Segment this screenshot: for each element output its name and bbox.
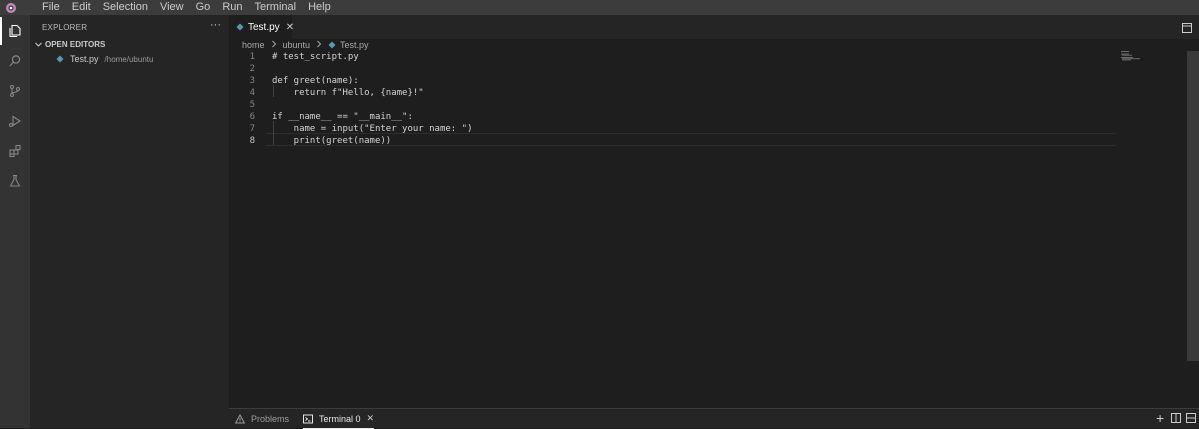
tab-label: Test.py xyxy=(248,21,280,33)
menu-bar: File Edit Selection View Go Run Terminal… xyxy=(0,0,1199,15)
menu-items: File Edit Selection View Go Run Terminal… xyxy=(36,0,337,15)
breadcrumb-ubuntu[interactable]: ubuntu xyxy=(283,40,311,50)
line-number: 2 xyxy=(249,64,255,74)
split-terminal-icon[interactable] xyxy=(1171,412,1181,426)
line-number: 1 xyxy=(249,52,255,62)
open-editor-item[interactable]: Test.py /home/ubuntu xyxy=(56,54,153,64)
tab-problems[interactable]: Problems xyxy=(235,409,289,428)
chevron-down-icon xyxy=(34,40,43,49)
code-line: 3 def greet(name): xyxy=(229,75,1129,87)
problems-label: Problems xyxy=(251,413,290,424)
code-line: 6 if __name__ == "__main__": xyxy=(229,111,1129,123)
maximize-panel-icon[interactable] xyxy=(1186,412,1196,426)
code-text: def greet(name): xyxy=(272,76,359,86)
chevron-right-icon xyxy=(271,40,277,50)
menu-run[interactable]: Run xyxy=(216,0,248,15)
open-editors-label: OPEN EDITORS xyxy=(45,40,106,49)
split-editor-icon[interactable] xyxy=(1182,22,1192,36)
menu-edit[interactable]: Edit xyxy=(66,0,97,15)
run-debug-icon[interactable] xyxy=(0,107,30,135)
code-line: 4 return f"Hello, {name}!" xyxy=(229,87,1129,99)
terminal-icon xyxy=(303,414,313,424)
menu-file[interactable]: File xyxy=(36,0,66,15)
terminal-label: Terminal 0 xyxy=(319,413,361,424)
more-actions-icon[interactable]: ··· xyxy=(210,19,221,31)
tab-terminal[interactable]: Terminal 0 ✕ xyxy=(303,409,375,429)
code-text: # test_script.py xyxy=(272,52,359,62)
breadcrumb-home[interactable]: home xyxy=(242,40,265,50)
code-line: 5 xyxy=(229,99,1129,111)
testing-icon[interactable] xyxy=(0,167,30,195)
chevron-right-icon xyxy=(316,40,322,50)
activity-bar xyxy=(0,15,30,428)
menu-go[interactable]: Go xyxy=(190,0,217,15)
explorer-sidebar: EXPLORER ··· OPEN EDITORS Test.py /home/… xyxy=(30,15,229,428)
line-number: 8 xyxy=(249,136,255,146)
python-file-icon xyxy=(236,23,244,31)
panel-tab-bar: Problems Terminal 0 ✕ + xyxy=(229,408,1199,429)
vertical-scrollbar[interactable] xyxy=(1187,51,1199,408)
open-editor-path: /home/ubuntu xyxy=(104,54,154,64)
line-number: 6 xyxy=(249,112,255,122)
open-editor-filename: Test.py xyxy=(70,54,99,64)
explorer-title: EXPLORER xyxy=(42,23,88,32)
close-icon[interactable]: ✕ xyxy=(286,22,294,33)
open-editors-section[interactable]: OPEN EDITORS xyxy=(34,40,105,49)
menu-help[interactable]: Help xyxy=(302,0,337,15)
new-terminal-icon[interactable]: + xyxy=(1156,410,1164,426)
line-number: 5 xyxy=(249,100,255,110)
menu-terminal[interactable]: Terminal xyxy=(249,0,303,15)
code-text: return f"Hello, {name}!" xyxy=(272,88,424,98)
python-file-icon xyxy=(328,41,336,49)
breadcrumb: home ubuntu Test.py xyxy=(242,39,369,51)
menu-view[interactable]: View xyxy=(154,0,190,15)
code-text: if __name__ == "__main__": xyxy=(272,112,413,122)
tab-test-py[interactable]: Test.py ✕ xyxy=(229,15,294,39)
search-icon[interactable] xyxy=(0,47,30,75)
code-line: 1 # test_script.py xyxy=(229,51,1129,63)
extensions-icon[interactable] xyxy=(0,137,30,165)
active-indicator xyxy=(0,17,2,45)
code-text: print(greet(name)) xyxy=(272,136,392,146)
breadcrumb-file[interactable]: Test.py xyxy=(340,40,369,50)
minimap[interactable] xyxy=(1121,51,1151,71)
code-line-active: 8 print(greet(name)) xyxy=(229,135,1129,147)
explorer-icon[interactable] xyxy=(0,17,30,45)
code-editor[interactable]: 1 # test_script.py 2 3 def greet(name): … xyxy=(229,51,1199,408)
close-icon[interactable]: ✕ xyxy=(367,413,375,424)
editor-tab-bar: Test.py ✕ xyxy=(229,15,1199,39)
menu-selection[interactable]: Selection xyxy=(97,0,154,15)
line-number: 4 xyxy=(249,88,255,98)
app-logo-icon xyxy=(2,0,20,15)
python-file-icon xyxy=(56,55,64,63)
code-line: 7 name = input("Enter your name: ") xyxy=(229,123,1129,135)
source-control-icon[interactable] xyxy=(0,77,30,105)
code-line: 2 xyxy=(229,63,1129,75)
line-number: 7 xyxy=(249,124,255,134)
scrollbar-thumb[interactable] xyxy=(1187,51,1199,361)
line-number: 3 xyxy=(249,76,255,86)
warning-icon xyxy=(235,413,245,424)
code-text: name = input("Enter your name: ") xyxy=(272,124,473,134)
